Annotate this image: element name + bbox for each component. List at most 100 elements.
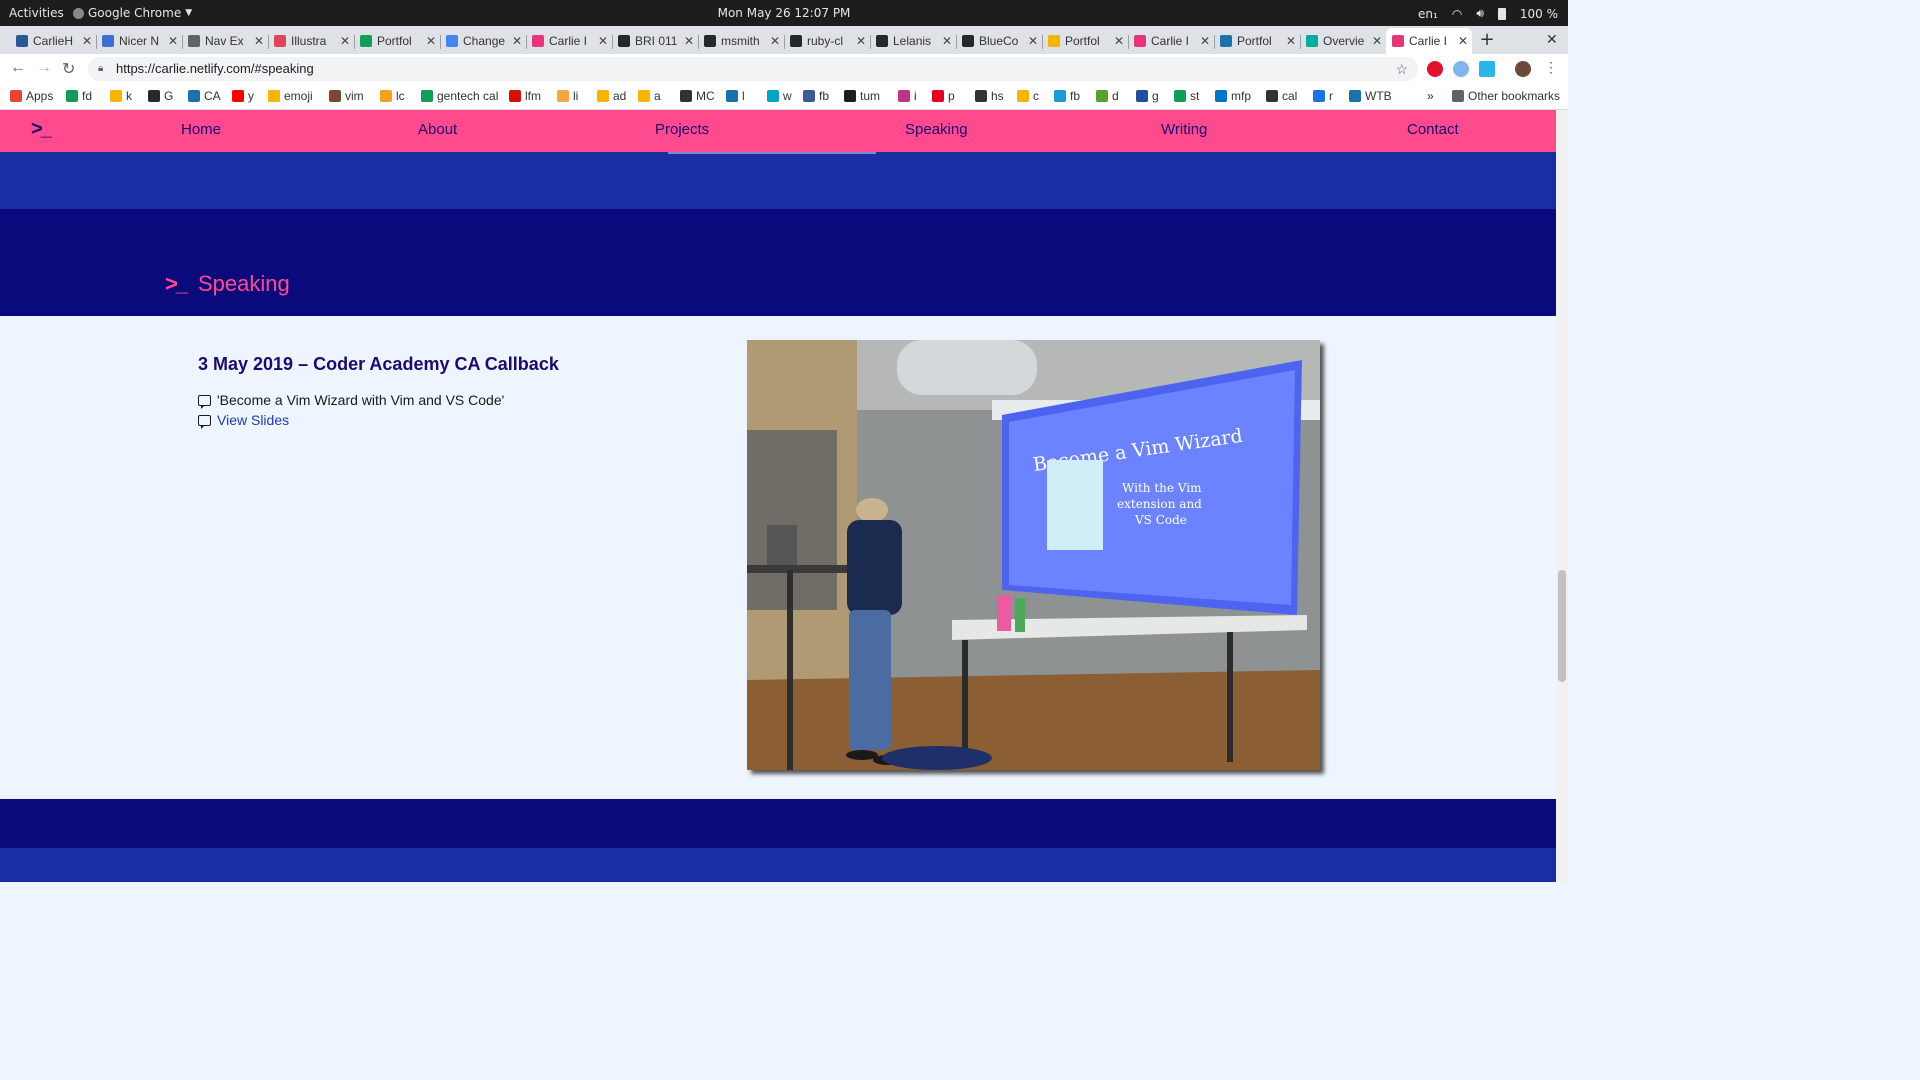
back-icon[interactable]: ← bbox=[10, 59, 26, 77]
bookmark-18[interactable]: tum bbox=[844, 89, 880, 103]
menu-icon[interactable]: ⋮ bbox=[1544, 59, 1558, 76]
nav-projects[interactable]: Projects bbox=[655, 121, 709, 138]
tab-8[interactable]: msmith ✕ bbox=[698, 30, 784, 52]
bookmark-15[interactable]: l bbox=[726, 89, 745, 103]
bookmark-19[interactable]: i bbox=[898, 89, 917, 103]
system-tray[interactable]: en₁ ◠ 🔊︎ 100 % bbox=[1418, 6, 1558, 21]
tab-14[interactable]: Portfol ✕ bbox=[1214, 30, 1300, 52]
bookmark-11[interactable]: li bbox=[557, 89, 578, 103]
bookmark-5[interactable]: y bbox=[232, 89, 254, 103]
bookmark-25[interactable]: g bbox=[1136, 89, 1159, 103]
tab-13[interactable]: Carlie I ✕ bbox=[1128, 30, 1214, 52]
tab-12[interactable]: Portfol ✕ bbox=[1042, 30, 1128, 52]
language-indicator[interactable]: en₁ bbox=[1418, 7, 1438, 21]
address-bar[interactable]: 🔒︎ https://carlie.netlify.com/#speaking … bbox=[88, 57, 1418, 81]
forward-icon[interactable]: → bbox=[36, 59, 52, 77]
bookmark-label: cal bbox=[1282, 89, 1298, 103]
reload-icon[interactable]: ↻ bbox=[62, 59, 75, 79]
bookmark-26[interactable]: st bbox=[1174, 89, 1199, 103]
extension-icon[interactable] bbox=[1453, 61, 1469, 77]
tab-9[interactable]: ruby-cl ✕ bbox=[784, 30, 870, 52]
bookmark-16[interactable]: w bbox=[767, 89, 792, 103]
tab-5[interactable]: Change ✕ bbox=[440, 30, 526, 52]
tab-close-icon[interactable]: ✕ bbox=[684, 34, 694, 48]
tab-label: Carlie I bbox=[1409, 34, 1448, 48]
bookmark-29[interactable]: r bbox=[1313, 89, 1333, 103]
tab-2[interactable]: Nav Ex ✕ bbox=[182, 30, 268, 52]
bookmark-label: fd bbox=[82, 89, 93, 103]
bookmark-label: WTB bbox=[1365, 89, 1392, 103]
tab-close-icon[interactable]: ✕ bbox=[1200, 34, 1210, 48]
nav-about[interactable]: About bbox=[418, 121, 457, 138]
star-icon[interactable]: ☆ bbox=[1395, 57, 1408, 81]
tab-close-icon[interactable]: ✕ bbox=[168, 34, 178, 48]
tab-close-icon[interactable]: ✕ bbox=[1028, 34, 1038, 48]
bookmark-27[interactable]: mfp bbox=[1215, 89, 1251, 103]
tab-close-icon[interactable]: ✕ bbox=[856, 34, 866, 48]
tab-6[interactable]: Carlie I ✕ bbox=[526, 30, 612, 52]
bookmark-30[interactable]: WTB bbox=[1349, 89, 1392, 103]
bookmark-2[interactable]: k bbox=[110, 89, 132, 103]
bookmark-4[interactable]: CA bbox=[188, 89, 221, 103]
tab-close-icon[interactable]: ✕ bbox=[598, 34, 608, 48]
tab-11[interactable]: BlueCo ✕ bbox=[956, 30, 1042, 52]
bookmark-0[interactable]: Apps bbox=[10, 89, 53, 103]
tab-close-icon[interactable]: ✕ bbox=[254, 34, 264, 48]
bookmark-10[interactable]: lfm bbox=[509, 89, 541, 103]
bookmark-favicon-icon bbox=[66, 90, 78, 102]
opera-extension-icon[interactable] bbox=[1427, 61, 1443, 77]
bookmark-3[interactable]: G bbox=[148, 89, 173, 103]
bookmark-17[interactable]: fb bbox=[803, 89, 829, 103]
bookmark-8[interactable]: lc bbox=[380, 89, 405, 103]
bookmarks-overflow-button[interactable]: » bbox=[1427, 89, 1434, 103]
tab-3[interactable]: Illustra ✕ bbox=[268, 30, 354, 52]
bookmark-9[interactable]: gentech cal bbox=[421, 89, 498, 103]
page-scrollbar[interactable] bbox=[1556, 110, 1568, 882]
nav-writing[interactable]: Writing bbox=[1161, 121, 1207, 138]
other-bookmarks-folder[interactable]: Other bookmarks bbox=[1452, 89, 1560, 103]
tab-close-icon[interactable]: ✕ bbox=[1114, 34, 1124, 48]
nav-contact[interactable]: Contact bbox=[1407, 121, 1459, 138]
scrollbar-thumb[interactable] bbox=[1558, 570, 1566, 682]
tab-close-icon[interactable]: ✕ bbox=[426, 34, 436, 48]
profile-avatar[interactable] bbox=[1515, 61, 1531, 77]
tab-4[interactable]: Portfol ✕ bbox=[354, 30, 440, 52]
bookmark-21[interactable]: hs bbox=[975, 89, 1004, 103]
tab-7[interactable]: BRI 011 ✕ bbox=[612, 30, 698, 52]
nav-speaking[interactable]: Speaking bbox=[905, 121, 968, 138]
view-slides-link[interactable]: View Slides bbox=[217, 412, 289, 428]
bookmark-20[interactable]: p bbox=[932, 89, 955, 103]
bookmark-24[interactable]: d bbox=[1096, 89, 1119, 103]
bookmark-13[interactable]: a bbox=[638, 89, 661, 103]
tab-0[interactable]: CarlieH ✕ bbox=[10, 30, 96, 52]
bookmark-28[interactable]: cal bbox=[1266, 89, 1297, 103]
site-logo[interactable]: >_ bbox=[31, 118, 52, 141]
clock[interactable]: Mon May 26 12:07 PM bbox=[0, 6, 1568, 20]
bookmark-22[interactable]: c bbox=[1017, 89, 1039, 103]
bookmark-6[interactable]: emoji bbox=[268, 89, 313, 103]
tab-16[interactable]: Carlie I ✕ bbox=[1386, 28, 1472, 54]
bookmark-favicon-icon bbox=[10, 90, 22, 102]
nav-home[interactable]: Home bbox=[181, 121, 221, 138]
tab-close-icon[interactable]: ✕ bbox=[1458, 34, 1468, 48]
tab-15[interactable]: Overvie ✕ bbox=[1300, 30, 1386, 52]
tab-close-icon[interactable]: ✕ bbox=[1372, 34, 1382, 48]
tab-close-icon[interactable]: ✕ bbox=[942, 34, 952, 48]
tab-close-icon[interactable]: ✕ bbox=[1286, 34, 1296, 48]
tab-close-icon[interactable]: ✕ bbox=[82, 34, 92, 48]
filter-extension-icon[interactable] bbox=[1479, 61, 1495, 77]
bookmark-1[interactable]: fd bbox=[66, 89, 92, 103]
bookmark-12[interactable]: ad bbox=[597, 89, 626, 103]
bookmark-favicon-icon bbox=[1017, 90, 1029, 102]
tab-10[interactable]: Lelanis ✕ bbox=[870, 30, 956, 52]
bookmark-14[interactable]: MC bbox=[680, 89, 715, 103]
tab-close-icon[interactable]: ✕ bbox=[512, 34, 522, 48]
close-window-button[interactable]: ✕ bbox=[1546, 32, 1558, 48]
battery-percent: 100 % bbox=[1519, 6, 1558, 21]
new-tab-button[interactable]: + bbox=[1476, 29, 1498, 51]
tab-1[interactable]: Nicer N ✕ bbox=[96, 30, 182, 52]
tab-close-icon[interactable]: ✕ bbox=[340, 34, 350, 48]
bookmark-23[interactable]: fb bbox=[1054, 89, 1080, 103]
tab-close-icon[interactable]: ✕ bbox=[770, 34, 780, 48]
bookmark-7[interactable]: vim bbox=[329, 89, 364, 103]
